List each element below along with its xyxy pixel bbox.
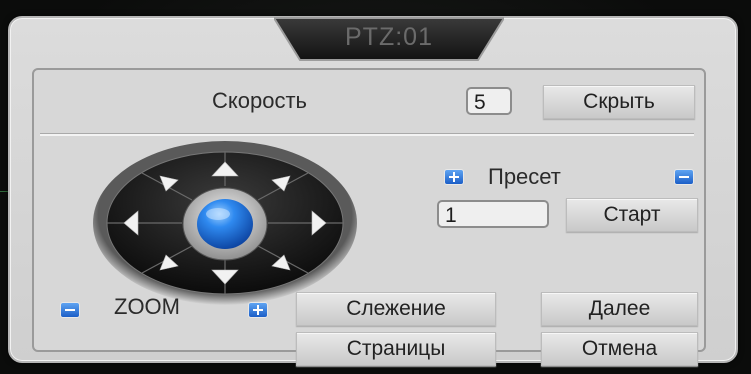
dialog-title-tab: PTZ:01 (274, 16, 504, 64)
ptz-direction-pad (90, 138, 360, 313)
center-ball-icon (197, 199, 253, 249)
preset-plus-icon[interactable] (444, 169, 464, 185)
zoom-minus-icon[interactable] (60, 302, 80, 318)
speed-label: Скорость (212, 88, 308, 113)
preset-minus-icon[interactable] (674, 169, 694, 185)
start-button[interactable]: Старт (566, 198, 698, 232)
next-button[interactable]: Далее (541, 292, 698, 326)
zoom-label: ZOOM (114, 294, 180, 319)
dialog-title: PTZ:01 (345, 23, 433, 51)
zoom-plus-icon[interactable] (248, 302, 268, 318)
preset-label: Пресет (488, 164, 561, 189)
speed-value-field[interactable]: 5 (466, 87, 512, 115)
hide-button[interactable]: Скрыть (543, 85, 695, 119)
tracking-button[interactable]: Слежение (296, 292, 496, 326)
preset-number-field[interactable]: 1 (437, 200, 549, 228)
pages-button[interactable]: Страницы (296, 332, 496, 366)
ptz-dialog: PTZ:01 Скорость 5 Скрыть Пресет 1 Старт … (8, 16, 738, 366)
separator-line (40, 133, 694, 136)
cancel-button[interactable]: Отмена (541, 332, 698, 366)
ptz-controls-area: Скорость 5 Скрыть Пресет 1 Старт ZOOM Сл… (32, 68, 706, 366)
